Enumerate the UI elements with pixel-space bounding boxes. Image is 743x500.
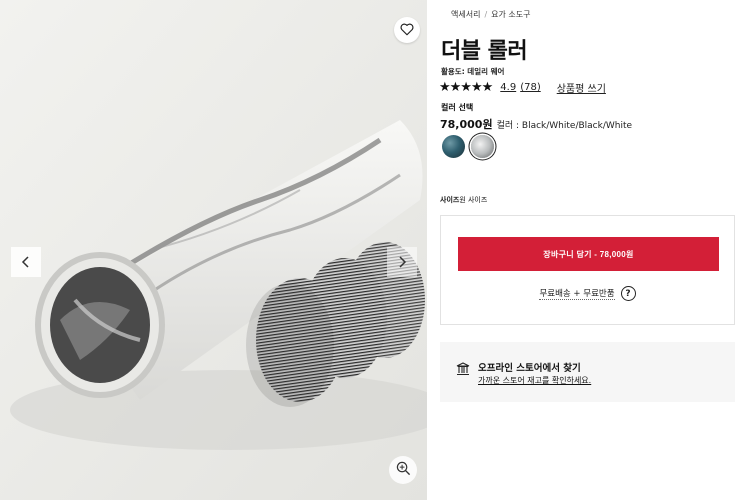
store-finder-title[interactable]: 오프라인 스토어에서 찾기 [478, 360, 581, 374]
shipping-info: 무료배송 + 무료반품 ? [441, 286, 734, 301]
purchase-box: 장바구니 담기 - 78,000원 무료배송 + 무료반품 ? [440, 215, 735, 325]
size-label: 사이즈원 사이즈 [440, 195, 487, 205]
product-image-gallery [0, 0, 427, 500]
zoom-button[interactable] [389, 456, 417, 484]
zoom-in-icon [396, 461, 411, 480]
rating-value-link[interactable]: 4.9 [500, 82, 516, 93]
product-price: 78,000원 [440, 118, 493, 131]
breadcrumb-item-accessories[interactable]: 액세서리 [451, 10, 480, 19]
heart-icon [400, 21, 414, 40]
store-building-icon [456, 361, 470, 380]
color-swatch-black-white[interactable] [471, 135, 494, 158]
size-label-value: 원 사이즈 [459, 196, 488, 204]
help-icon[interactable]: ? [620, 286, 636, 301]
color-swatch-teal[interactable] [442, 135, 465, 158]
breadcrumb-item-yoga-props[interactable]: 요가 소도구 [491, 10, 530, 19]
breadcrumb-separator: / [484, 10, 488, 19]
product-title: 더블 롤러 [441, 39, 528, 64]
breadcrumb: 액세서리 / 요가 소도구 [451, 9, 531, 20]
price-row: 78,000원 컬러 : Black/White/Black/White [440, 116, 632, 132]
chevron-right-icon [397, 253, 407, 272]
shipping-text[interactable]: 무료배송 + 무료반품 [539, 287, 615, 300]
rating-stars: ★★★★★ [439, 80, 493, 95]
chevron-left-icon [21, 253, 31, 272]
size-label-bold: 사이즈 [440, 196, 460, 204]
gallery-prev-button[interactable] [11, 247, 41, 277]
product-photo [0, 0, 427, 500]
store-finder-link[interactable]: 가까운 스토어 재고를 확인하세요. [478, 375, 591, 386]
write-review-link[interactable]: 상품평 쓰기 [557, 80, 606, 95]
selected-color-name: 컬러 : Black/White/Black/White [496, 121, 633, 131]
color-select-label: 컬러 선택 [441, 103, 474, 112]
rating-row: ★★★★★ 4.9 (78) 상품평 쓰기 [439, 80, 610, 95]
product-activity: 활용도: 데일리 웨어 [441, 67, 505, 76]
add-to-cart-button[interactable]: 장바구니 담기 - 78,000원 [458, 237, 719, 271]
wishlist-button[interactable] [394, 17, 420, 43]
store-finder: 오프라인 스토어에서 찾기 가까운 스토어 재고를 확인하세요. [440, 342, 735, 402]
review-count-link[interactable]: (78) [520, 82, 541, 93]
color-swatches [442, 135, 494, 158]
gallery-next-button[interactable] [387, 247, 417, 277]
